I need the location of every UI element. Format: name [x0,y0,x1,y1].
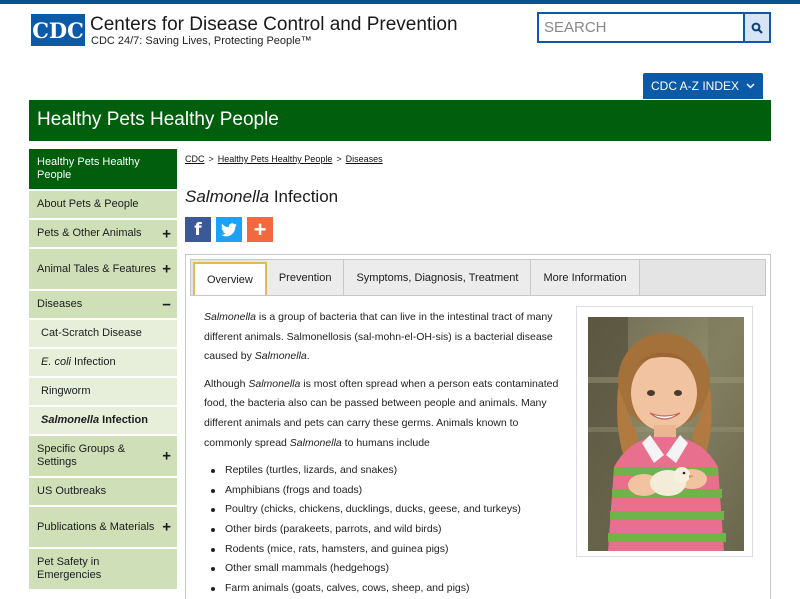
girl-holding-chick-photo [588,317,744,551]
sidebar-item-label-rest: Infection [70,356,116,368]
tab-symptoms[interactable]: Symptoms, Diagnosis, Treatment [344,260,532,295]
cdc-logo[interactable]: CDC [31,14,85,46]
search-input[interactable] [539,14,743,41]
section-banner: Healthy Pets Healthy People [29,100,771,141]
text: . [306,350,310,363]
chevron-down-icon [746,83,755,89]
sidebar-item-about[interactable]: About Pets & People [29,191,177,220]
az-index-button[interactable]: CDC A-Z INDEX [643,73,763,99]
sidebar-item-animal-tales[interactable]: Animal Tales & Features + [29,249,177,291]
cdc-logo-text: CDC [32,17,84,43]
site-tagline: CDC 24/7: Saving Lives, Protecting Peopl… [91,35,312,47]
sidebar-item-diseases[interactable]: Diseases − [29,291,177,320]
sidebar-item-salmonella[interactable]: Salmonella Infection [29,407,177,436]
animal-list: Reptiles (turtles, lizards, and snakes) … [204,461,566,598]
sidebar-item-us-outbreaks[interactable]: US Outbreaks [29,478,177,507]
text-italic: Salmonella [248,377,301,390]
text: Although [204,377,249,390]
sidebar-nav: Healthy Pets Healthy People About Pets &… [29,149,177,591]
banner-title[interactable]: Healthy Pets Healthy People [37,109,279,131]
breadcrumb-healthy-pets[interactable]: Healthy Pets Healthy People [218,154,333,164]
sidebar-item-label: Pets & Other Animals [37,227,142,239]
sidebar-item-healthy-pets[interactable]: Healthy Pets Healthy People [29,149,177,191]
list-item: Other small mammals (hedgehogs) [211,559,566,579]
breadcrumb-cdc[interactable]: CDC [185,154,205,164]
sidebar-item-label: US Outbreaks [37,485,107,497]
page-title-italic: Salmonella [185,187,270,206]
plus-icon: + [253,216,267,242]
sidebar-item-label: Specific Groups & Settings [37,443,126,468]
sidebar-item-label-italic: Salmonella [41,414,100,426]
tab-overview[interactable]: Overview [193,262,267,295]
sidebar-item-label: Pet Safety in Emergencies [37,556,102,581]
breadcrumb-diseases[interactable]: Diseases [346,154,383,164]
top-accent-bar [0,0,800,4]
expand-plus-icon[interactable]: + [162,520,171,535]
photo-frame [576,306,753,557]
list-item: Rodents (mice, rats, hamsters, and guine… [211,540,566,560]
sidebar-item-specific-groups[interactable]: Specific Groups & Settings + [29,436,177,478]
sidebar-item-label: Animal Tales & Features [37,262,157,275]
sidebar-item-cat-scratch[interactable]: Cat-Scratch Disease [29,320,177,349]
twitter-share-button[interactable] [216,217,242,242]
more-share-button[interactable]: + [247,217,273,242]
sidebar-item-label: Publications & Materials [37,520,155,533]
text-italic: Salmonella [254,350,307,363]
photo-illustration [588,317,744,551]
sidebar-item-label: Healthy Pets Healthy People [37,156,140,181]
overview-content: Salmonella is a group of bacteria that c… [204,308,566,598]
expand-plus-icon[interactable]: + [162,262,171,277]
collapse-minus-icon[interactable]: − [162,297,171,312]
text-italic: Salmonella [289,436,342,449]
list-item: Other birds (parakeets, parrots, and wil… [211,520,566,540]
breadcrumb: CDC > Healthy Pets Healthy People > Diseases [185,154,383,164]
text: to humans include [341,436,430,449]
tab-bar: Overview Prevention Symptoms, Diagnosis,… [190,259,766,296]
sidebar-item-label: E. coli Infection [41,356,116,369]
expand-plus-icon[interactable]: + [162,226,171,241]
spread-paragraph: Although Salmonella is most often spread… [204,375,566,453]
list-item: Farm animals (goats, calves, cows, sheep… [211,579,566,599]
tab-prevention[interactable]: Prevention [266,260,345,295]
sidebar-item-label: Cat-Scratch Disease [41,327,142,339]
breadcrumb-separator: > [336,154,342,164]
facebook-share-button[interactable]: f [185,217,211,242]
page-title-rest: Infection [269,187,339,206]
site-name[interactable]: Centers for Disease Control and Preventi… [90,14,458,36]
expand-plus-icon[interactable]: + [162,449,171,464]
sidebar-item-label: Salmonella Infection [41,414,148,427]
az-index-label: CDC A-Z INDEX [650,79,739,93]
sidebar-item-label: Ringworm [41,385,91,397]
facebook-icon: f [194,219,202,240]
page-title: Salmonella Infection [185,187,338,207]
tab-more-information[interactable]: More Information [531,260,640,295]
text-italic: Salmonella [204,311,256,323]
sidebar-item-publications[interactable]: Publications & Materials + [29,507,177,549]
breadcrumb-separator: > [208,154,214,164]
search-box [537,12,771,43]
sidebar-item-label-italic: E. coli [41,356,71,368]
list-item: Poultry (chicks, chickens, ducklings, du… [211,500,566,520]
intro-paragraph: Salmonella is a group of bacteria that c… [204,308,566,367]
sidebar-item-label: Diseases [37,298,83,310]
search-button[interactable] [743,14,769,41]
sidebar-item-label-rest: Infection [99,414,148,426]
sidebar-item-ringworm[interactable]: Ringworm [29,378,177,407]
sidebar-item-ecoli[interactable]: E. coli Infection [29,349,177,378]
sidebar-item-pets-animals[interactable]: Pets & Other Animals + [29,220,177,249]
social-share: f + [185,217,273,242]
list-item: Amphibians (frogs and toads) [211,481,566,501]
sidebar-item-pet-safety[interactable]: Pet Safety in Emergencies [29,549,177,591]
twitter-icon [221,222,237,236]
list-item: Reptiles (turtles, lizards, and snakes) [211,461,566,481]
search-icon [751,22,763,34]
sidebar-item-label: About Pets & People [37,198,139,210]
